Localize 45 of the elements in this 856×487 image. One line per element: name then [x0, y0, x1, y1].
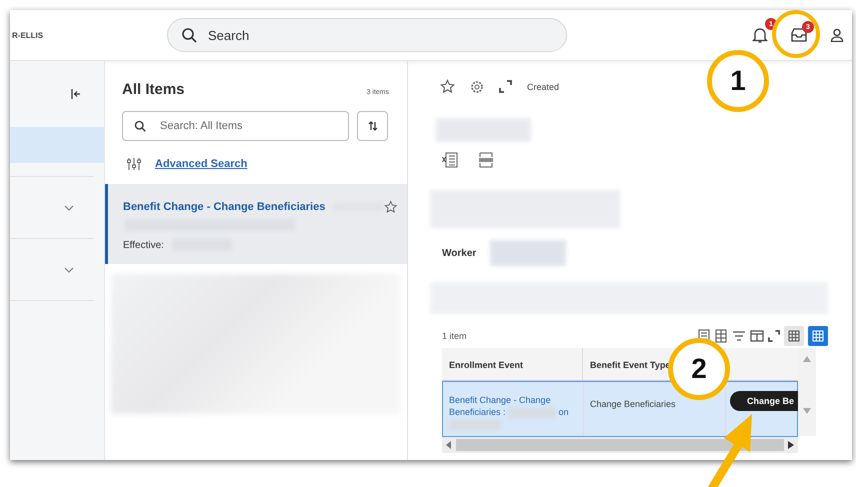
excel-export-icon[interactable]: [442, 152, 458, 168]
expand-icon[interactable]: [768, 330, 780, 342]
table-row[interactable]: Benefit Change - Change Beneficiaries : on Change Beneficiaries Change Be: [442, 381, 798, 437]
panel-title: All Items: [122, 81, 185, 98]
search-field[interactable]: Search: All Items: [122, 111, 349, 141]
star-icon[interactable]: [384, 199, 397, 215]
column-header: Enrollment Event: [442, 348, 583, 380]
highlight-circle: [772, 10, 820, 58]
scroll-right-icon[interactable]: [788, 441, 794, 449]
worker-label: Worker: [442, 248, 476, 258]
sort-button[interactable]: [357, 111, 388, 141]
effective-label: Effective:: [123, 240, 164, 250]
logo-text: R-ELLIS: [12, 30, 44, 40]
filter-icon[interactable]: [732, 329, 746, 343]
bell-icon[interactable]: [752, 26, 768, 44]
advanced-search-link[interactable]: Advanced Search: [155, 158, 248, 170]
change-beneficiaries-button[interactable]: Change Be: [730, 391, 799, 411]
star-icon[interactable]: [440, 79, 455, 94]
created-label: Created: [527, 82, 560, 92]
expand-icon[interactable]: [499, 80, 512, 93]
collapse-icon[interactable]: [71, 89, 81, 99]
grid-icon: [788, 330, 800, 342]
settings-icon[interactable]: [470, 80, 484, 94]
view-toggle[interactable]: [784, 326, 804, 346]
filter-sliders-icon: [127, 157, 141, 171]
search-icon: [181, 27, 197, 43]
user-icon[interactable]: [830, 28, 844, 42]
horizontal-scrollbar[interactable]: [442, 437, 798, 453]
chevron-icon: [64, 266, 74, 272]
search-icon: [134, 120, 146, 132]
columns-icon[interactable]: [750, 329, 764, 343]
inbox-icon[interactable]: [790, 27, 808, 43]
list-item[interactable]: Benefit Change - Change Beneficiaries Effective:: [105, 184, 407, 264]
grid-icon: [812, 330, 824, 342]
view-toggle[interactable]: [808, 326, 828, 346]
grid-view-icon[interactable]: [714, 329, 728, 343]
item-count: 1 item: [442, 331, 467, 341]
sort-icon: [366, 120, 378, 132]
pdf-export-icon[interactable]: [478, 152, 494, 168]
enrollment-event-link[interactable]: Benefit Change - Change Beneficiaries : on: [449, 394, 579, 430]
chevron-icon: [64, 204, 74, 210]
search-field[interactable]: Search: [167, 18, 567, 52]
scroll-left-icon[interactable]: [446, 441, 452, 449]
item-title: Benefit Change - Change Beneficiaries: [123, 201, 326, 213]
table-cell: Change Beneficiaries: [590, 399, 676, 409]
